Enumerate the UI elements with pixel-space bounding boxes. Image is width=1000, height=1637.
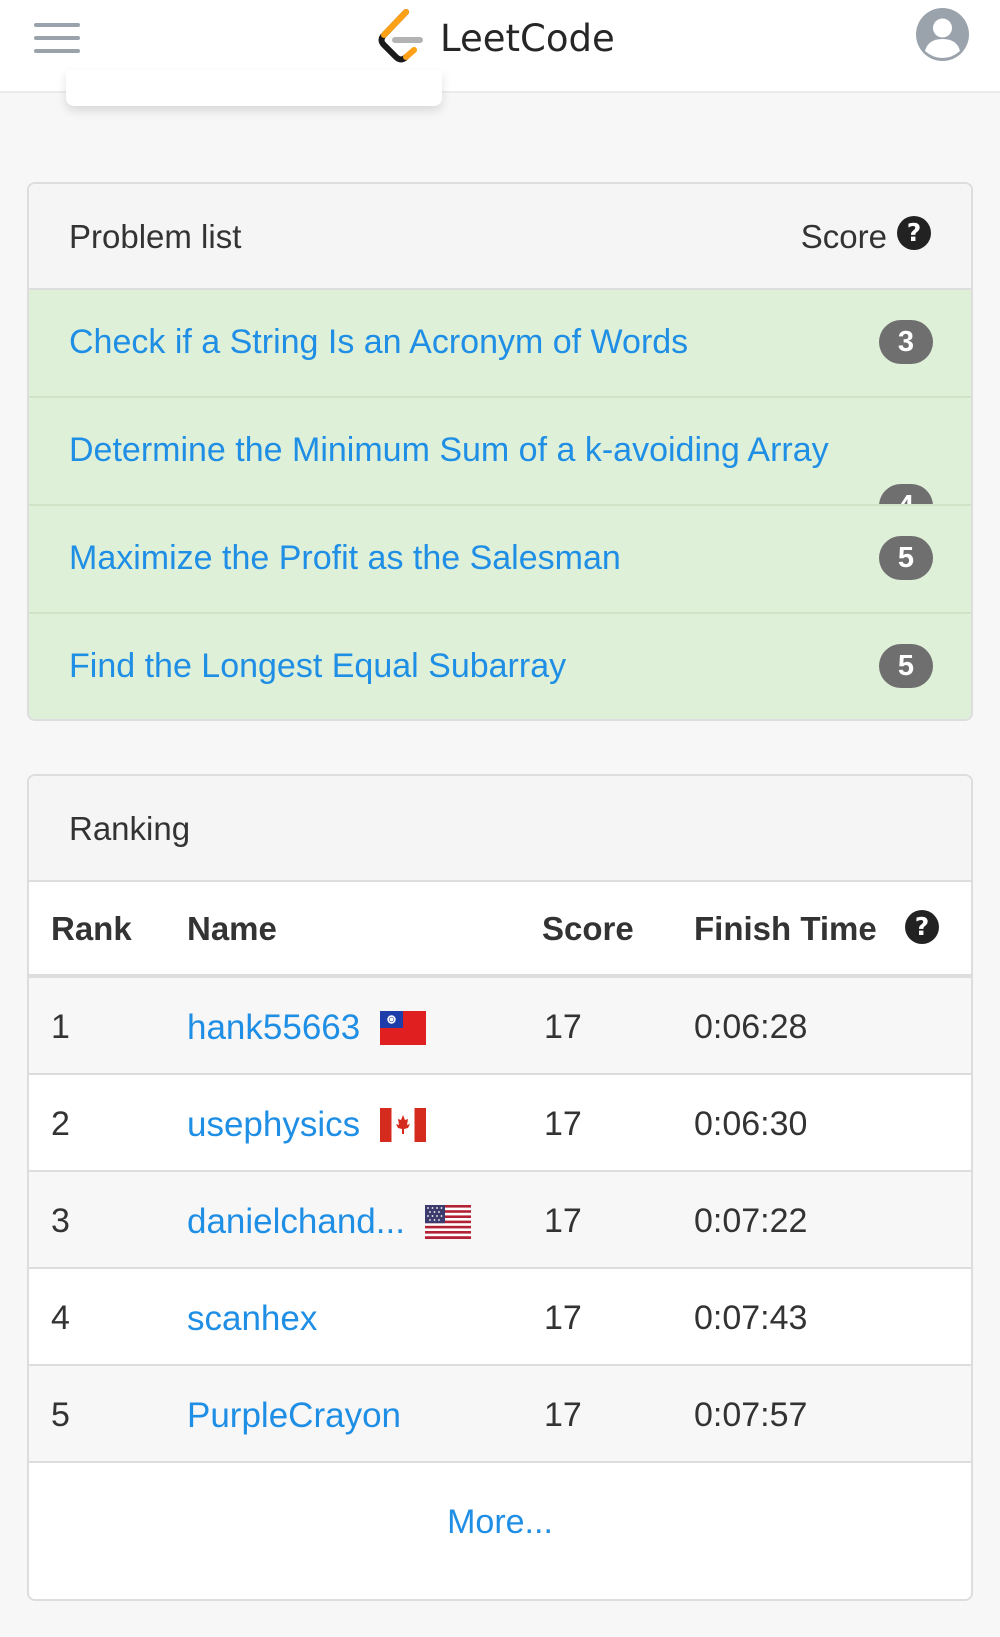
score-cell: 17 xyxy=(544,1396,582,1434)
rank-cell: 5 xyxy=(51,1396,70,1434)
contestant-name-link[interactable]: PurpleCrayon xyxy=(187,1396,401,1436)
table-row: 5 PurpleCrayon 17 0:07:57 xyxy=(29,1366,971,1463)
problem-row: Find the Longest Equal Subarray 5 xyxy=(29,614,971,719)
contestant-name: danielchand... xyxy=(187,1202,405,1241)
table-row: 1 hank55663 17 0:06:28 xyxy=(29,978,971,1075)
problem-row: Check if a String Is an Acronym of Words… xyxy=(29,290,971,398)
hamburger-menu-icon[interactable] xyxy=(34,23,80,53)
column-header-finish-time: Finish Time xyxy=(694,910,877,947)
contestant-name: PurpleCrayon xyxy=(187,1396,401,1435)
ranking-title: Ranking xyxy=(69,810,191,847)
more-row: More... xyxy=(29,1463,971,1589)
contestant-name-link[interactable]: danielchand... xyxy=(187,1202,471,1242)
problem-link[interactable]: Find the Longest Equal Subarray xyxy=(69,647,566,686)
canada-flag-icon xyxy=(380,1108,427,1142)
finish-time-cell: 0:07:43 xyxy=(694,1299,808,1337)
score-cell: 17 xyxy=(544,1105,582,1143)
problem-score-badge: 5 xyxy=(879,536,933,580)
contestant-name: hank55663 xyxy=(187,1008,361,1047)
dropdown-card-remnant xyxy=(66,70,442,106)
problem-link[interactable]: Check if a String Is an Acronym of Words xyxy=(69,323,688,362)
column-header-name: Name xyxy=(187,910,277,947)
problem-score-badge: 5 xyxy=(879,644,933,688)
logo-text: LeetCode xyxy=(440,16,615,60)
problem-link[interactable]: Determine the Minimum Sum of a k-avoidin… xyxy=(69,431,829,470)
rank-cell: 3 xyxy=(51,1202,70,1240)
column-header-score: Score xyxy=(542,910,634,947)
contestant-name-link[interactable]: hank55663 xyxy=(187,1008,427,1048)
table-row: 4 scanhex 17 0:07:43 xyxy=(29,1269,971,1366)
ranking-panel: Ranking Rank Name Score Finish Time ? 1 … xyxy=(27,774,973,1601)
table-row: 3 danielchand... 17 0:07:22 xyxy=(29,1172,971,1269)
leetcode-logo[interactable]: LeetCode xyxy=(376,8,615,68)
finish-time-cell: 0:07:22 xyxy=(694,1202,808,1240)
question-circle-icon[interactable]: ? xyxy=(897,216,931,250)
finish-time-cell: 0:06:30 xyxy=(694,1105,808,1143)
contestant-name: usephysics xyxy=(187,1105,361,1144)
contestant-name-link[interactable]: scanhex xyxy=(187,1299,317,1339)
rank-cell: 1 xyxy=(51,1008,70,1046)
ranking-heading: Ranking xyxy=(29,776,971,882)
problem-row: Maximize the Profit as the Salesman 5 xyxy=(29,506,971,614)
ranking-table-header: Rank Name Score Finish Time ? xyxy=(29,882,971,978)
contestant-name-link[interactable]: usephysics xyxy=(187,1105,427,1145)
finish-time-cell: 0:07:57 xyxy=(694,1396,808,1434)
score-cell: 17 xyxy=(544,1202,582,1240)
taiwan-flag-icon xyxy=(380,1011,427,1045)
finish-time-cell: 0:06:28 xyxy=(694,1008,808,1046)
problem-score-badge: 3 xyxy=(879,320,933,364)
score-cell: 17 xyxy=(544,1008,582,1046)
leetcode-logo-icon xyxy=(378,9,423,63)
rank-cell: 4 xyxy=(51,1299,70,1337)
problem-list-title: Problem list xyxy=(69,218,242,255)
problem-list-score-label: Score xyxy=(800,218,887,255)
table-row: 2 usephysics 17 0:06:30 xyxy=(29,1075,971,1172)
question-circle-icon[interactable]: ? xyxy=(905,910,939,944)
column-header-rank: Rank xyxy=(51,910,132,947)
problem-list-heading: Problem list Score ? xyxy=(29,184,971,290)
more-link[interactable]: More... xyxy=(29,1503,971,1542)
problem-score-badge: 4 xyxy=(879,484,933,504)
problem-list-panel: Problem list Score ? Check if a String I… xyxy=(27,182,973,721)
rank-cell: 2 xyxy=(51,1105,70,1143)
problem-row: Determine the Minimum Sum of a k-avoidin… xyxy=(29,398,971,506)
score-cell: 17 xyxy=(544,1299,582,1337)
problem-link[interactable]: Maximize the Profit as the Salesman xyxy=(69,539,621,578)
contestant-name: scanhex xyxy=(187,1299,318,1338)
user-avatar-icon[interactable] xyxy=(916,8,969,61)
usa-flag-icon xyxy=(424,1205,471,1239)
